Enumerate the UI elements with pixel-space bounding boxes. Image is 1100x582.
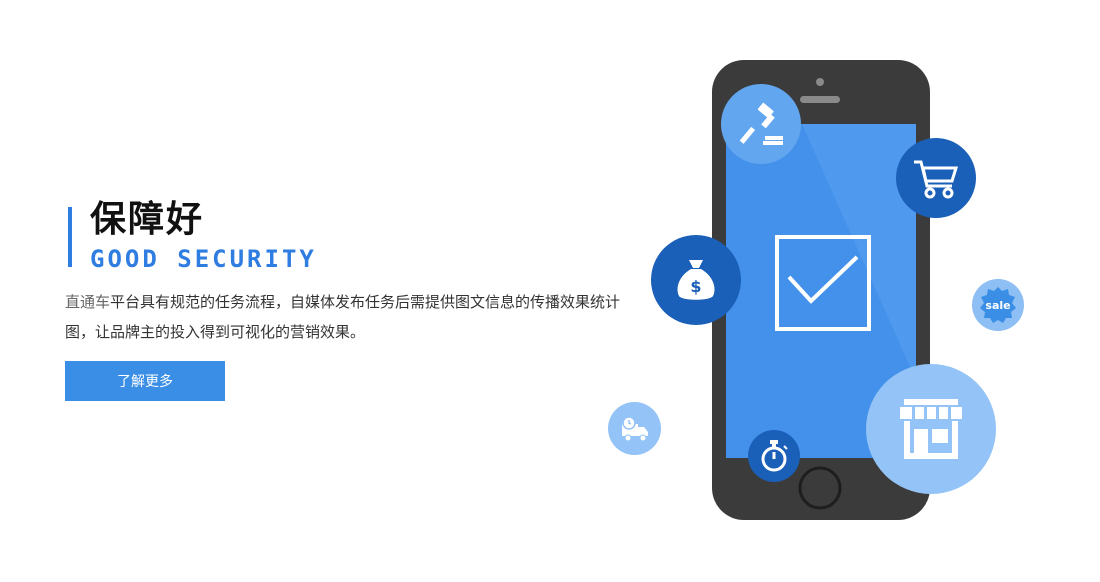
money-bag-circle: $ [651,235,741,325]
gavel-icon [739,102,783,145]
learn-more-button[interactable]: 了解更多 [65,361,225,401]
delivery-circle [608,402,661,455]
description-lead: 直通车 [65,293,111,311]
shop-circle [866,364,996,494]
checkmark-icon [775,235,871,331]
money-bag-icon: $ [677,260,715,300]
cart-icon [914,160,959,199]
delivery-truck-icon [621,415,648,441]
feature-subtitle: GOOD SECURITY [90,245,317,273]
stopwatch-circle [748,430,800,482]
dollar-sign-label: $ [690,277,701,296]
description-body: 平台具有规范的任务流程，自媒体发布任务后需提供图文信息的传播效果统计图，让品牌主… [65,293,621,341]
stopwatch-icon [761,440,788,472]
shop-icon [900,399,962,459]
sale-badge-icon: sale [980,287,1016,323]
sale-label: sale [985,299,1010,312]
feature-description: 直通车平台具有规范的任务流程，自媒体发布任务后需提供图文信息的传播效果统计图，让… [65,287,625,347]
gavel-circle [721,84,801,164]
cart-circle [896,138,976,218]
sale-circle: sale [972,279,1024,331]
title-accent-bar [68,207,72,267]
feature-title: 保障好 [90,199,205,240]
